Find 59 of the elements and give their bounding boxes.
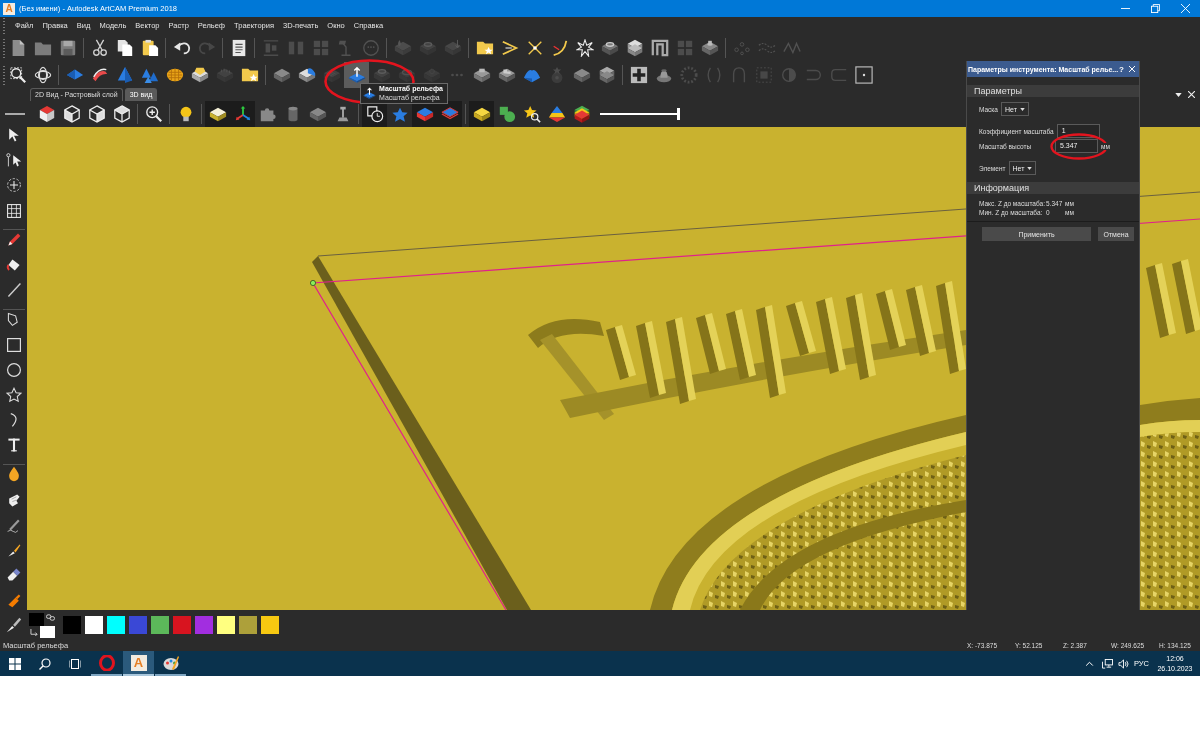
color-swatch[interactable] [217, 616, 235, 634]
swap-icon[interactable] [30, 628, 38, 636]
zoom-slider[interactable] [600, 108, 680, 120]
rectangle-icon[interactable] [5, 336, 22, 353]
stacked-tiles-icon[interactable] [625, 38, 644, 57]
circle-icon[interactable] [5, 361, 22, 378]
help-button[interactable]: ? [1119, 64, 1124, 74]
save-icon[interactable] [58, 38, 77, 57]
vertex-marker-icon[interactable] [310, 280, 316, 286]
maze-icon[interactable] [650, 38, 669, 57]
copy-icon[interactable] [115, 38, 134, 57]
pane-menu-icon[interactable] [1175, 92, 1182, 97]
ring-logo-icon [98, 654, 115, 671]
volume-icon[interactable] [1117, 658, 1129, 669]
smoothing-brush-icon[interactable] [5, 616, 23, 634]
color-swatch[interactable] [63, 616, 81, 634]
knob-tile-icon[interactable] [700, 38, 719, 57]
search-icon[interactable] [39, 657, 51, 670]
pencil-icon[interactable] [5, 231, 22, 248]
color-swatch[interactable] [151, 616, 169, 634]
caret-icon [1027, 166, 1033, 170]
chevron-icon[interactable] [500, 38, 519, 57]
color-swatch[interactable] [195, 616, 213, 634]
app-logo: A [3, 2, 15, 15]
palette-icon [162, 654, 179, 671]
paint-bucket-icon[interactable] [5, 256, 22, 273]
starburst-icon[interactable] [575, 38, 594, 57]
caret-icon [1019, 107, 1025, 111]
node-pointer-icon[interactable] [5, 152, 22, 169]
curve-icon[interactable] [550, 38, 569, 57]
link-icon[interactable] [46, 613, 55, 621]
paste-icon[interactable] [140, 38, 159, 57]
background-color-swatch[interactable] [40, 625, 55, 638]
cut-icon[interactable] [90, 38, 109, 57]
network-icon[interactable] [1101, 658, 1113, 669]
move-rotate-icon[interactable] [5, 177, 22, 194]
section-header[interactable]: Информация [967, 182, 1139, 194]
color-swatch[interactable] [173, 616, 191, 634]
chevron-up-icon[interactable] [1084, 661, 1094, 666]
star-icon[interactable] [5, 386, 22, 403]
color-swatch[interactable] [85, 616, 103, 634]
color-swatch[interactable] [239, 616, 257, 634]
windows-logo-icon[interactable] [9, 657, 21, 670]
color-swatch[interactable] [107, 616, 125, 634]
minimize-icon[interactable] [1120, 8, 1130, 9]
section-header[interactable]: Параметры [967, 85, 1139, 97]
color-swatch[interactable] [261, 616, 279, 634]
foreground-color-swatch[interactable] [29, 612, 44, 626]
line-icon[interactable] [5, 282, 22, 299]
relief-scale-icon [363, 87, 376, 100]
slider-thumb[interactable] [677, 108, 680, 120]
restore-icon[interactable] [1150, 4, 1160, 13]
task-view-icon[interactable] [69, 657, 81, 670]
close-icon[interactable] [1188, 91, 1195, 98]
text-tool-icon[interactable] [5, 437, 22, 454]
eraser-icon[interactable] [5, 567, 22, 584]
app-logo: A [130, 654, 147, 671]
color-swatch[interactable] [129, 616, 147, 634]
mesh-icon[interactable] [5, 202, 22, 219]
